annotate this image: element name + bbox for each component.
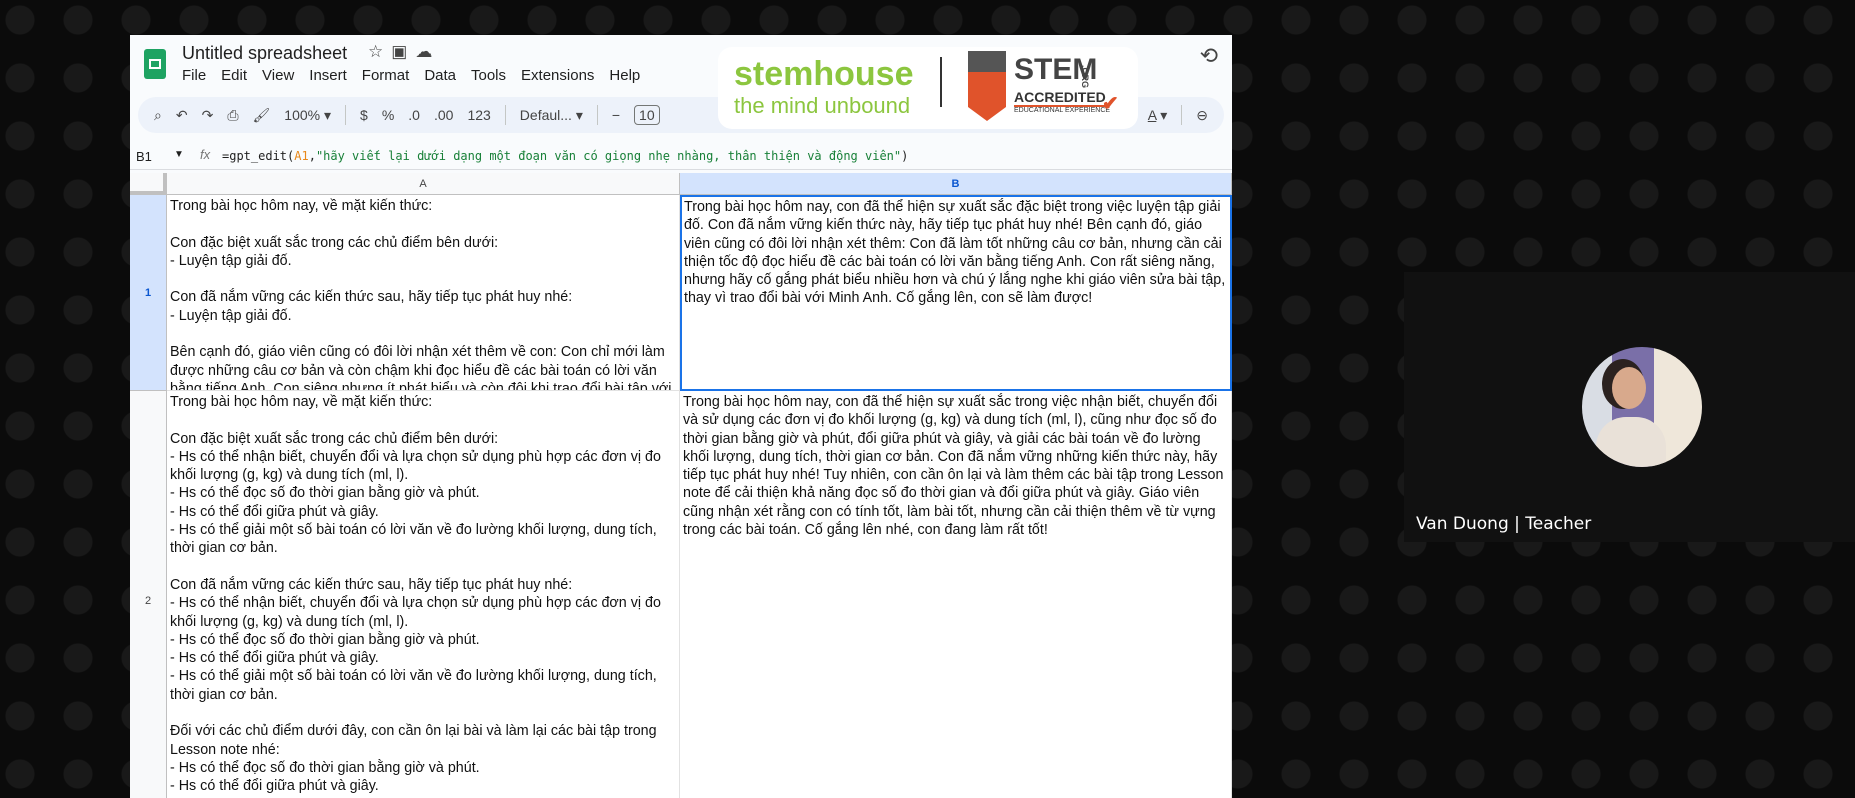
cloud-status-icon[interactable]: ☁ bbox=[415, 42, 440, 61]
stemhouse-logo: stemhouse bbox=[734, 55, 914, 93]
menu-extensions[interactable]: Extensions bbox=[521, 67, 594, 84]
undo-icon[interactable]: ↶ bbox=[176, 107, 188, 124]
font-select[interactable]: Defaul... ▾ bbox=[520, 107, 583, 124]
decrease-decimal-button[interactable]: .0 bbox=[408, 107, 420, 123]
menu-edit[interactable]: Edit bbox=[221, 67, 247, 84]
stem-shield-icon bbox=[968, 51, 1006, 121]
divider bbox=[940, 57, 942, 107]
column-header-b[interactable]: B bbox=[680, 173, 1232, 195]
font-value: Defaul... bbox=[519, 106, 572, 123]
menu-format[interactable]: Format bbox=[362, 67, 410, 84]
currency-button[interactable]: $ bbox=[360, 107, 368, 123]
cell-a2[interactable]: Trong bài học hôm nay, về mặt kiến thức:… bbox=[167, 391, 680, 798]
row-header-2[interactable]: 2 bbox=[130, 391, 167, 798]
cell-b1[interactable]: Trong bài học hôm nay, con đã thể hiện s… bbox=[680, 195, 1232, 391]
print-icon[interactable]: ⎙ bbox=[227, 107, 238, 124]
formula-input[interactable]: =gpt_edit(A1,"hãy viết lại dưới dạng một… bbox=[222, 149, 908, 163]
stemhouse-tagline: the mind unbound bbox=[734, 93, 911, 118]
formula-function: =gpt_edit( bbox=[222, 149, 295, 163]
font-size-decrease-button[interactable]: − bbox=[612, 107, 620, 123]
sheets-logo-icon[interactable] bbox=[144, 49, 166, 79]
spreadsheet-window: Untitled spreadsheet ☆▣☁ File Edit View … bbox=[130, 35, 1232, 798]
zoom-value: 100% bbox=[284, 106, 321, 123]
fx-icon: fx bbox=[200, 147, 211, 162]
insert-link-icon[interactable]: ⊖ bbox=[1196, 107, 1208, 124]
formula-comma: , bbox=[308, 149, 316, 163]
text-color-button[interactable]: A ▾ bbox=[1148, 107, 1168, 124]
number-format-button[interactable]: 123 bbox=[467, 107, 490, 123]
cell-b2[interactable]: Trong bài học hôm nay, con đã thể hiện s… bbox=[680, 391, 1232, 798]
menu-file[interactable]: File bbox=[182, 67, 206, 84]
zoom-select[interactable]: 100% ▾ bbox=[284, 107, 331, 124]
row-header-1[interactable]: 1 bbox=[130, 195, 167, 391]
title-icons: ☆▣☁ bbox=[368, 42, 440, 62]
divider bbox=[504, 105, 506, 125]
menu-view[interactable]: View bbox=[262, 67, 294, 84]
percent-button[interactable]: % bbox=[382, 107, 394, 123]
divider bbox=[345, 105, 347, 125]
divider bbox=[596, 105, 598, 125]
menu-tools[interactable]: Tools bbox=[471, 67, 506, 84]
paint-format-icon[interactable]: 🖌 bbox=[253, 107, 271, 124]
menu-data[interactable]: Data bbox=[424, 67, 456, 84]
document-title[interactable]: Untitled spreadsheet bbox=[182, 43, 347, 64]
folder-move-icon[interactable]: ▣ bbox=[391, 42, 415, 61]
select-all-corner[interactable] bbox=[130, 173, 167, 195]
participant-name: Van Duong | Teacher bbox=[1416, 514, 1592, 534]
menu-insert[interactable]: Insert bbox=[309, 67, 347, 84]
search-icon[interactable]: ⌕ bbox=[154, 107, 162, 124]
avatar-head bbox=[1612, 367, 1646, 409]
participant-video-tile: Van Duong | Teacher bbox=[1404, 272, 1855, 542]
sponsor-logo-overlay: stemhouse the mind unbound STEM .ORG ACC… bbox=[718, 47, 1138, 129]
text-color-icon: A bbox=[1147, 106, 1157, 123]
increase-decimal-button[interactable]: .00 bbox=[434, 107, 453, 123]
avatar bbox=[1582, 347, 1702, 467]
stem-org-text: .ORG bbox=[1080, 65, 1090, 89]
formula-string: "hãy viết lại dưới dạng một đoạn văn có … bbox=[315, 149, 902, 163]
divider bbox=[1181, 105, 1183, 125]
menu-bar: File Edit View Insert Format Data Tools … bbox=[182, 67, 640, 84]
font-size-input[interactable]: 10 bbox=[634, 105, 660, 125]
name-box[interactable]: B1 bbox=[136, 149, 152, 164]
column-header-a[interactable]: A bbox=[167, 173, 680, 195]
formula-bar: B1 ▼ fx =gpt_edit(A1,"hãy viết lại dưới … bbox=[130, 145, 1232, 170]
formula-suffix: ) bbox=[901, 149, 909, 163]
redo-icon[interactable]: ↷ bbox=[202, 107, 214, 124]
educational-experience-text: EDUCATIONAL EXPERIENCE bbox=[1014, 107, 1111, 114]
avatar-body bbox=[1596, 417, 1666, 467]
menu-help[interactable]: Help bbox=[609, 67, 640, 84]
star-icon[interactable]: ☆ bbox=[368, 42, 391, 61]
checkmark-icon: ✔ bbox=[1102, 93, 1119, 115]
formula-ref: A1 bbox=[294, 149, 309, 163]
cell-a1[interactable]: Trong bài học hôm nay, về mặt kiến thức:… bbox=[167, 195, 680, 391]
version-history-icon[interactable]: ⟲ bbox=[1200, 43, 1218, 69]
accredited-text: ACCREDITED bbox=[1014, 89, 1106, 107]
chevron-down-icon[interactable]: ▼ bbox=[174, 149, 184, 160]
